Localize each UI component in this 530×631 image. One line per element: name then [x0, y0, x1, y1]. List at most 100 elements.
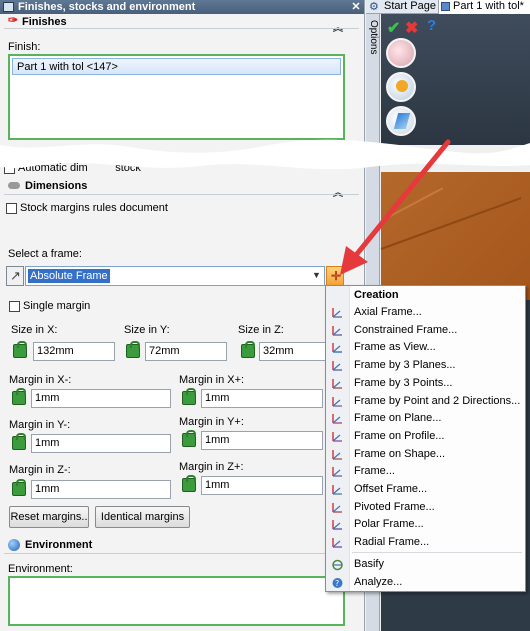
- lock-icon[interactable]: [182, 430, 196, 447]
- menu-item[interactable]: Frame on Plane...: [326, 410, 526, 428]
- menu-item-label: Offset Frame...: [354, 483, 428, 495]
- stock-rules-row[interactable]: Stock margins rules document: [6, 202, 306, 216]
- identical-margins-button[interactable]: Identical margins: [95, 506, 190, 528]
- menu-item-label: Polar Frame...: [354, 518, 424, 531]
- finish-item-label: Part 1 with tol <147>: [17, 61, 118, 73]
- cancel-x-icon[interactable]: ✖: [405, 18, 418, 38]
- margin-zp-input[interactable]: 1mm: [201, 476, 323, 495]
- close-button[interactable]: ✕: [350, 0, 362, 14]
- frame-combobox[interactable]: Absolute Frame ▼: [25, 266, 325, 286]
- menu-item-label: Frame as View...: [354, 341, 436, 354]
- tool-icon[interactable]: [386, 72, 416, 102]
- ok-check-icon[interactable]: ✔: [387, 18, 400, 38]
- margin-xp-label: Margin in X+:: [179, 374, 245, 386]
- menu-header: Creation: [354, 289, 399, 301]
- menu-item[interactable]: Pivoted Frame...: [326, 499, 526, 517]
- lock-icon[interactable]: [12, 388, 26, 405]
- annotation-arrow: [340, 139, 451, 275]
- lock-icon[interactable]: [182, 475, 196, 492]
- tab-part[interactable]: Part 1 with tol*: [438, 0, 530, 14]
- tab-start-page[interactable]: Start Page: [384, 0, 436, 14]
- single-margin-checkbox[interactable]: [9, 301, 20, 312]
- radial-frame-icon: [331, 537, 344, 549]
- menu-item[interactable]: Polar Frame...: [326, 516, 526, 534]
- divider: [4, 194, 359, 195]
- menu-item[interactable]: Constrained Frame...: [326, 322, 526, 340]
- menu-item-label: Frame on Profile...: [354, 429, 445, 442]
- menu-item[interactable]: Radial Frame...: [326, 534, 526, 552]
- dimensions-section-header[interactable]: Dimensions ︽: [6, 178, 361, 199]
- menu-item[interactable]: Basify: [326, 556, 526, 574]
- collapse-up-icon[interactable]: ︽: [333, 19, 343, 34]
- margin-xm-input[interactable]: 1mm: [31, 389, 171, 408]
- frame-value: Absolute Frame: [28, 269, 110, 283]
- frame-on-plane-icon: [331, 413, 344, 425]
- menu-item[interactable]: Frame on Shape...: [326, 446, 526, 464]
- frame-icon: [331, 466, 344, 478]
- margin-zm-input[interactable]: 1mm: [31, 480, 171, 499]
- menu-item[interactable]: Frame by 3 Planes...: [326, 357, 526, 375]
- pivoted-frame-icon: [331, 502, 344, 514]
- lock-icon[interactable]: [241, 341, 255, 358]
- menu-item-label: Frame...: [354, 465, 395, 478]
- environment-list[interactable]: [8, 576, 345, 626]
- menu-item-label: Frame on Shape...: [354, 447, 446, 460]
- margin-ym-label: Margin in Y-:: [9, 419, 71, 431]
- globe-icon: [8, 539, 20, 551]
- lock-icon[interactable]: [126, 341, 140, 358]
- panel-title: Finishes, stocks and environment: [18, 1, 196, 13]
- chevron-down-icon[interactable]: ▼: [312, 270, 321, 280]
- menu-item[interactable]: Frame...: [326, 463, 526, 481]
- margin-yp-input[interactable]: 1mm: [201, 431, 323, 450]
- tab-part-label: Part 1 with tol*: [453, 0, 524, 12]
- menu-item-label: Axial Frame...: [354, 306, 422, 318]
- frame-3-points-icon: [331, 378, 344, 390]
- environment-section-header[interactable]: Environment: [6, 537, 361, 553]
- menu-item[interactable]: Frame on Profile...: [326, 428, 526, 446]
- menu-separator: [352, 552, 522, 553]
- menu-item[interactable]: Axial Frame...: [326, 304, 526, 322]
- environment-header-label: Environment: [25, 539, 93, 551]
- finishes-panel: Finishes, stocks and environment ✕ ✑ Fin…: [0, 0, 365, 631]
- stock-rules-checkbox[interactable]: [6, 203, 17, 214]
- margin-yp-label: Margin in Y+:: [179, 416, 244, 428]
- reset-margins-button[interactable]: Reset margins..: [9, 506, 89, 528]
- size-x-input[interactable]: 132mm: [33, 342, 115, 361]
- size-y-input[interactable]: 72mm: [145, 342, 227, 361]
- constrained-frame-icon: [331, 325, 344, 337]
- menu-item-label: Pivoted Frame...: [354, 500, 435, 513]
- frame-pick-button[interactable]: ↗: [6, 266, 24, 286]
- options-label: Options: [368, 20, 379, 55]
- size-z-label: Size in Z:: [238, 324, 284, 336]
- finishes-section-header[interactable]: ✑ Finishes ︽: [6, 13, 361, 34]
- size-y-label: Size in Y:: [124, 324, 170, 336]
- frame-creation-menu: Creation Axial Frame... Constrained Frame…: [325, 285, 526, 592]
- gear-icon[interactable]: ⚙: [368, 0, 380, 14]
- document-tabs: ⚙ Start Page Part 1 with tol*: [366, 0, 530, 14]
- menu-item[interactable]: Frame as View...: [326, 339, 526, 357]
- tool-icon[interactable]: [386, 38, 416, 68]
- margin-xp-input[interactable]: 1mm: [201, 389, 323, 408]
- margin-ym-input[interactable]: 1mm: [31, 434, 171, 453]
- list-item[interactable]: Part 1 with tol <147>: [12, 58, 341, 75]
- lock-icon[interactable]: [12, 433, 26, 450]
- lock-icon[interactable]: [13, 341, 27, 358]
- viewport-upper[interactable]: ✔ ✖ ?: [381, 14, 530, 145]
- svg-text:?: ?: [335, 579, 339, 588]
- menu-item-label: Basify: [354, 558, 384, 570]
- size-z-input[interactable]: 32mm: [259, 342, 329, 361]
- finish-list[interactable]: Part 1 with tol <147>: [8, 54, 345, 140]
- menu-item[interactable]: Offset Frame...: [326, 481, 526, 499]
- help-icon[interactable]: ?: [427, 17, 436, 34]
- panel-titlebar: Finishes, stocks and environment ✕: [0, 0, 364, 14]
- frame-on-shape-icon: [331, 449, 344, 461]
- menu-item[interactable]: Frame by 3 Points...: [326, 375, 526, 393]
- single-margin-row[interactable]: Single margin: [9, 300, 209, 314]
- menu-item[interactable]: ? Analyze...: [326, 574, 526, 592]
- frame-point-directions-icon: [331, 396, 344, 408]
- margin-zm-label: Margin in Z-:: [9, 464, 71, 476]
- divider: [4, 28, 359, 29]
- lock-icon[interactable]: [12, 479, 26, 496]
- lock-icon[interactable]: [182, 388, 196, 405]
- menu-item[interactable]: Frame by Point and 2 Directions...: [326, 393, 526, 411]
